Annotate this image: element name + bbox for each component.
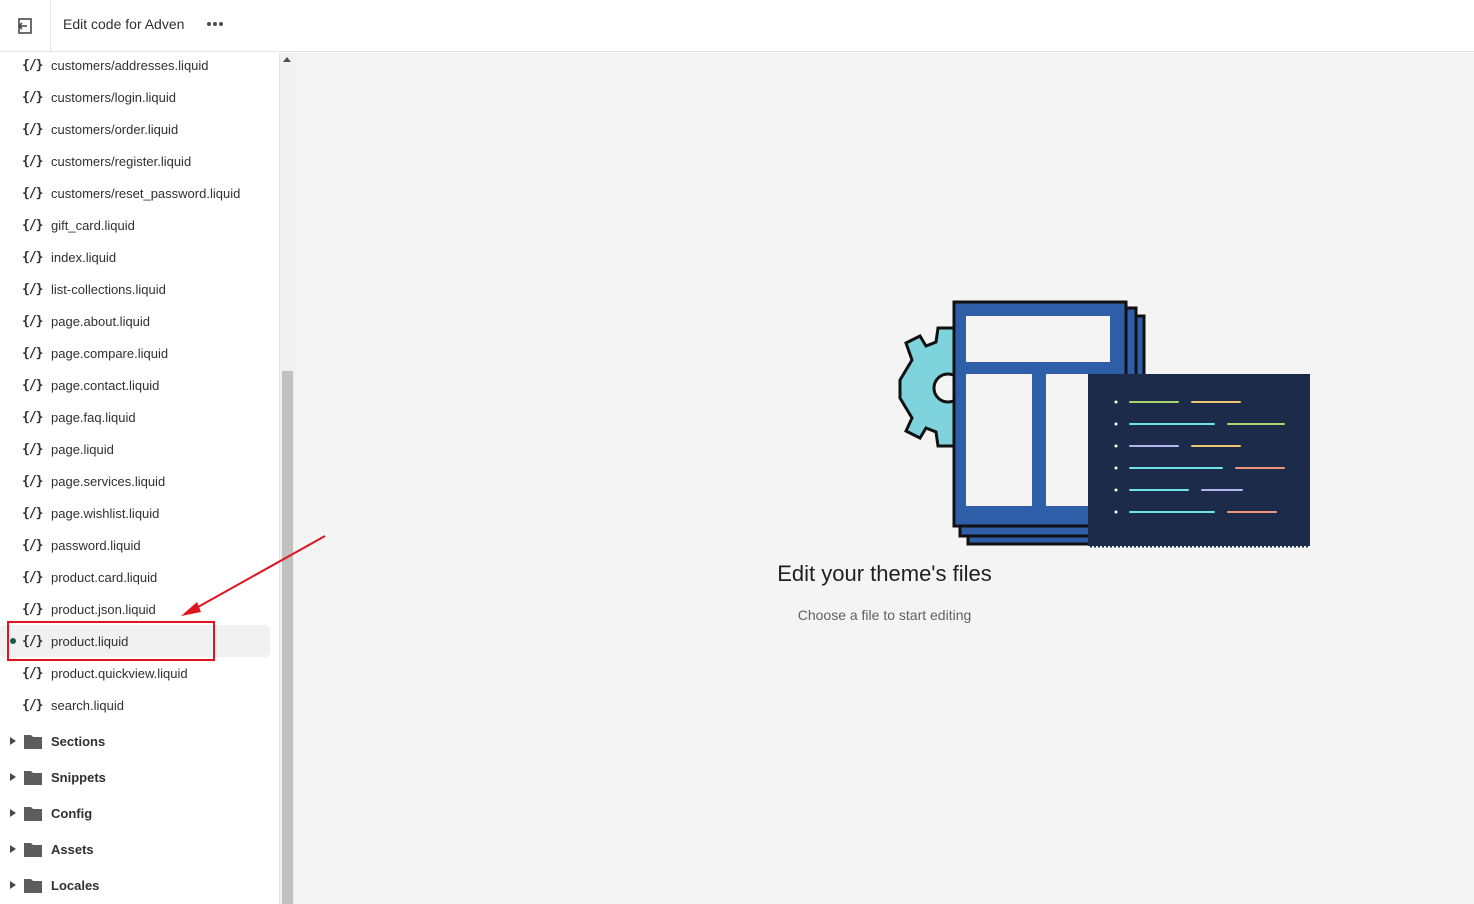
liquid-file-icon: {/} [22, 313, 43, 329]
file-item[interactable]: {/} page.about.liquid [0, 305, 270, 337]
liquid-file-icon: {/} [22, 377, 43, 393]
folder-label: Locales [51, 877, 100, 893]
file-item[interactable]: {/} gift_card.liquid [0, 209, 270, 241]
file-label: product.liquid [51, 633, 129, 649]
file-label: page.compare.liquid [51, 345, 169, 361]
file-label: index.liquid [51, 249, 117, 265]
folder-icon [24, 806, 42, 821]
liquid-file-icon: {/} [22, 441, 43, 457]
unsaved-dot [10, 638, 16, 644]
folder-sections[interactable]: Sections [0, 723, 270, 759]
file-item[interactable]: {/} page.services.liquid [0, 465, 270, 497]
exit-button[interactable] [0, 0, 51, 52]
folder-label: Config [51, 805, 93, 821]
file-label: page.wishlist.liquid [51, 505, 160, 521]
file-item[interactable]: {/} product.quickview.liquid [0, 657, 270, 689]
folder-label: Assets [51, 841, 94, 857]
file-label: page.faq.liquid [51, 409, 136, 425]
liquid-file-icon: {/} [22, 217, 43, 233]
liquid-file-icon: {/} [22, 281, 43, 297]
file-label: search.liquid [51, 697, 124, 713]
liquid-file-icon: {/} [22, 249, 43, 265]
file-item[interactable]: {/} list-collections.liquid [0, 273, 270, 305]
file-item[interactable]: {/} page.compare.liquid [0, 337, 270, 369]
folder-snippets[interactable]: Snippets [0, 759, 270, 795]
file-label: customers/addresses.liquid [51, 57, 209, 73]
caret-right-icon [10, 809, 16, 817]
liquid-file-icon: {/} [22, 185, 43, 201]
file-label: page.services.liquid [51, 473, 166, 489]
file-item[interactable]: {/} search.liquid [0, 689, 270, 721]
liquid-file-icon: {/} [22, 537, 43, 553]
folder-locales[interactable]: Locales [0, 867, 270, 903]
file-item[interactable]: {/} page.faq.liquid [0, 401, 270, 433]
file-tree-sidebar: {/} customers/addresses.liquid {/} customer… [0, 53, 279, 904]
top-bar: Edit code for Adven [0, 0, 1474, 52]
empty-state-subtitle: Choose a file to start editing [797, 607, 972, 623]
file-item[interactable]: {/} customers/register.liquid [0, 145, 270, 177]
file-label: customers/login.liquid [51, 89, 177, 105]
file-item[interactable]: {/} password.liquid [0, 529, 270, 561]
scroll-up-arrow[interactable] [283, 57, 291, 62]
file-item[interactable]: {/} product.card.liquid [0, 561, 270, 593]
file-item[interactable]: {/} customers/addresses.liquid [0, 53, 270, 81]
file-item[interactable]: {/} page.liquid [0, 433, 270, 465]
page-title: Edit code for Adven [63, 16, 185, 32]
liquid-file-icon: {/} [22, 665, 43, 681]
file-label: list-collections.liquid [51, 281, 166, 297]
scroll-thumb[interactable] [282, 371, 293, 904]
liquid-file-icon: {/} [22, 409, 43, 425]
exit-icon [17, 18, 32, 34]
liquid-file-icon: {/} [22, 569, 43, 585]
file-item[interactable]: {/} customers/order.liquid [0, 113, 270, 145]
liquid-file-icon: {/} [22, 505, 43, 521]
file-item[interactable]: {/} customers/login.liquid [0, 81, 270, 113]
liquid-file-icon: {/} [22, 345, 43, 361]
file-label: gift_card.liquid [51, 217, 135, 233]
more-actions-button[interactable] [203, 12, 227, 36]
liquid-file-icon: {/} [22, 601, 43, 617]
more-horizontal-icon [207, 22, 223, 26]
folder-label: Sections [51, 733, 106, 749]
folder-label: Snippets [51, 769, 106, 785]
file-item[interactable]: {/} product.liquid [0, 625, 270, 657]
empty-state-title: Edit your theme's files [777, 561, 992, 586]
liquid-file-icon: {/} [22, 473, 43, 489]
folder-icon [24, 878, 42, 893]
folder-icon [24, 770, 42, 785]
caret-right-icon [10, 881, 16, 889]
liquid-file-icon: {/} [22, 57, 43, 73]
liquid-file-icon: {/} [22, 153, 43, 169]
file-label: product.card.liquid [51, 569, 158, 585]
file-label: page.contact.liquid [51, 377, 160, 393]
editor-area: Edit your theme's files Choose a file to… [295, 53, 1474, 904]
file-item[interactable]: {/} index.liquid [0, 241, 270, 273]
caret-right-icon [10, 737, 16, 745]
caret-right-icon [10, 773, 16, 781]
file-label: customers/register.liquid [51, 153, 192, 169]
liquid-file-icon: {/} [22, 121, 43, 137]
sidebar-scrollbar[interactable] [279, 53, 295, 904]
folder-assets[interactable]: Assets [0, 831, 270, 867]
liquid-file-icon: {/} [22, 697, 43, 713]
liquid-file-icon: {/} [22, 89, 43, 105]
file-item[interactable]: {/} page.wishlist.liquid [0, 497, 270, 529]
file-label: password.liquid [51, 537, 141, 553]
file-label: customers/order.liquid [51, 121, 179, 137]
file-item[interactable]: {/} product.json.liquid [0, 593, 270, 625]
folder-config[interactable]: Config [0, 795, 270, 831]
file-label: customers/reset_password.liquid [51, 185, 241, 201]
file-label: product.quickview.liquid [51, 665, 188, 681]
folder-icon [24, 734, 42, 749]
folder-icon [24, 842, 42, 857]
liquid-file-icon: {/} [22, 633, 43, 649]
theme-code-illustration [898, 300, 1310, 548]
file-item[interactable]: {/} page.contact.liquid [0, 369, 270, 401]
caret-right-icon [10, 845, 16, 853]
file-label: page.liquid [51, 441, 114, 457]
file-item[interactable]: {/} customers/reset_password.liquid [0, 177, 270, 209]
file-label: product.json.liquid [51, 601, 156, 617]
file-label: page.about.liquid [51, 313, 151, 329]
